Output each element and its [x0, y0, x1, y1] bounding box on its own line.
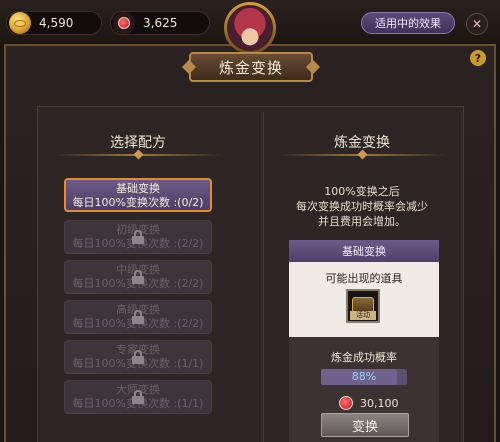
- close-icon[interactable]: ✕: [466, 13, 488, 35]
- gold-coin-icon: [9, 12, 31, 34]
- gold-counter: 4,590: [6, 11, 102, 35]
- active-effects-button[interactable]: 适用中的效果: [361, 12, 455, 34]
- page-title: 炼金变换: [189, 52, 313, 82]
- potion-cost-icon: [339, 396, 353, 410]
- recipe-locked[interactable]: 高级变换 每日100%变换次数 :(2/2): [64, 300, 212, 334]
- item-event-tag: 活动: [350, 311, 376, 320]
- help-icon[interactable]: ?: [470, 50, 486, 66]
- recipe-name: 基础变换: [116, 182, 160, 195]
- recipe-locked[interactable]: 大师变换 每日100%变换次数 :(1/1): [64, 380, 212, 414]
- transform-title-divider: [278, 154, 446, 156]
- success-rate-bar: 88%: [321, 369, 407, 385]
- lock-icon: [132, 390, 144, 404]
- recipe-locked[interactable]: 专家变换 每日100%变换次数 :(1/1): [64, 340, 212, 374]
- card-title: 基础变换: [289, 240, 439, 262]
- desc-line: 每次变换成功时概率会减少: [296, 200, 428, 213]
- lock-icon: [132, 310, 144, 324]
- potion-value: 3,625: [143, 16, 178, 30]
- convert-button[interactable]: 变换: [321, 413, 409, 437]
- success-rate-label: 炼金成功概率: [331, 351, 397, 364]
- recipe-locked[interactable]: 初级变换 每日100%变换次数 :(2/2): [64, 220, 212, 254]
- transform-description: 100%变换之后 每次变换成功时概率会减少 并且费用会增加。: [280, 184, 444, 229]
- panel-divider: [263, 112, 264, 442]
- reward-item-slot[interactable]: 活动: [346, 289, 380, 323]
- recipe-locked[interactable]: 中级变换 每日100%变换次数 :(2/2): [64, 260, 212, 294]
- lock-icon: [132, 350, 144, 364]
- gold-value: 4,590: [39, 16, 74, 30]
- desc-line: 100%变换之后: [324, 185, 400, 198]
- recipe-basic[interactable]: 基础变换 每日100%变换次数 :(0/2): [64, 178, 212, 212]
- lock-icon: [132, 270, 144, 284]
- character-avatar: [224, 2, 276, 54]
- recipe-daily-count: 每日100%变换次数 :(0/2): [72, 196, 204, 209]
- desc-line: 并且费用会增加。: [318, 215, 406, 228]
- potion-icon: [113, 12, 135, 34]
- success-rate-value: 88%: [351, 370, 377, 383]
- lock-icon: [132, 230, 144, 244]
- recipe-title-divider: [54, 154, 222, 156]
- cost-value: 30,100: [360, 397, 399, 410]
- possible-items-label: 可能出现的道具: [325, 272, 403, 285]
- potion-counter: 3,625: [110, 11, 210, 35]
